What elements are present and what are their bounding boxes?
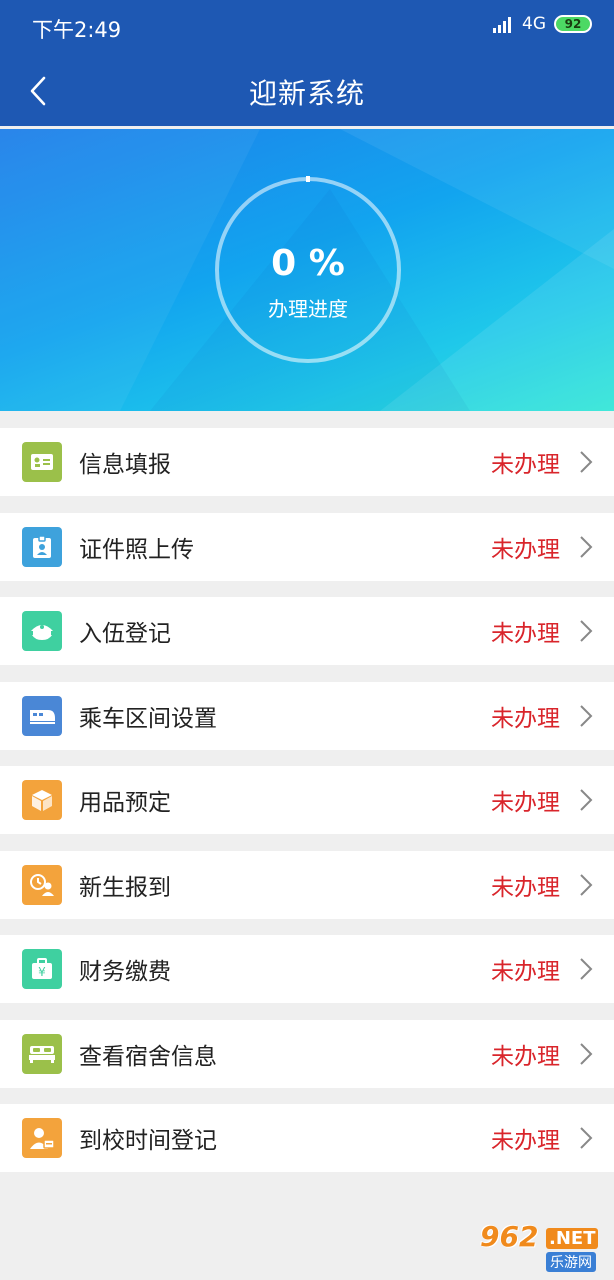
chevron-right-icon <box>580 958 593 980</box>
status-badge: 未办理 <box>491 959 560 985</box>
user-card-icon <box>22 1118 62 1158</box>
list-item-supplies-order[interactable]: 用品预定 未办理 <box>0 766 614 834</box>
page-title: 迎新系统 <box>248 77 365 110</box>
chevron-right-icon <box>580 1127 593 1149</box>
watermark-subtitle: 乐游网 <box>546 1252 596 1272</box>
status-badge: 未办理 <box>491 790 560 816</box>
chevron-right-icon <box>580 873 593 896</box>
list-item-train-route[interactable]: 乘车区间设置 未办理 <box>0 681 614 750</box>
list-item-info-report[interactable]: 信息填报 未办理 <box>0 428 614 496</box>
signal-icon <box>493 17 511 33</box>
badge-photo-icon <box>22 526 62 567</box>
chevron-right-icon <box>580 704 593 727</box>
status-bar: 下午2:49 4G 92 <box>0 0 614 56</box>
package-box-icon <box>22 780 62 820</box>
progress-caption: 办理进度 <box>268 297 348 321</box>
list-item-label: 财务缴费 <box>79 959 171 985</box>
list-item-label: 查看宿舍信息 <box>79 1043 217 1070</box>
status-badge: 未办理 <box>491 705 560 732</box>
watermark-brand: 962 <box>480 1220 539 1253</box>
progress-ring: 0 % 办理进度 <box>213 175 403 365</box>
list-item-label: 到校时间登记 <box>79 1128 217 1154</box>
train-icon <box>22 695 62 736</box>
list-item-tuition-payment[interactable]: ¥ 财务缴费 未办理 <box>0 935 614 1003</box>
task-list: 信息填报 未办理 证件照上传 未办理 入伍登记 未办理 乘车区间设置 未办理 用… <box>0 428 614 1189</box>
chevron-right-icon <box>580 789 593 811</box>
network-type: 4G <box>522 14 546 34</box>
chevron-right-icon <box>580 451 593 473</box>
list-item-label: 新生报到 <box>79 874 171 901</box>
list-item-label: 用品预定 <box>79 790 171 816</box>
list-item-label: 入伍登记 <box>79 621 171 647</box>
bed-icon <box>22 1033 62 1074</box>
wallet-yuan-icon: ¥ <box>22 949 62 989</box>
id-card-icon <box>22 442 62 482</box>
clock-user-icon <box>22 864 62 905</box>
watermark-suffix: .NET <box>546 1228 599 1249</box>
chevron-right-icon <box>580 535 593 558</box>
list-item-label: 证件照上传 <box>79 536 194 563</box>
list-item-dorm-info[interactable]: 查看宿舍信息 未办理 <box>0 1019 614 1088</box>
status-badge: 未办理 <box>491 452 560 478</box>
status-badge: 未办理 <box>491 536 560 563</box>
military-cap-icon <box>22 611 62 651</box>
progress-ring-marker <box>306 176 310 182</box>
list-item-freshman-checkin[interactable]: 新生报到 未办理 <box>0 850 614 919</box>
nav-bar: 迎新系统 <box>0 56 614 126</box>
watermark-logo: 962 .NET 乐游网 <box>476 1220 608 1272</box>
status-indicators: 4G 92 <box>492 14 592 34</box>
chevron-right-icon <box>580 620 593 642</box>
progress-percentage: 0 % <box>271 243 345 284</box>
list-item-arrival-time[interactable]: 到校时间登记 未办理 <box>0 1104 614 1172</box>
status-badge: 未办理 <box>491 1128 560 1154</box>
battery-icon: 92 <box>554 15 592 33</box>
status-time: 下午2:49 <box>32 18 122 42</box>
list-item-photo-upload[interactable]: 证件照上传 未办理 <box>0 512 614 581</box>
svg-text:¥: ¥ <box>38 965 46 979</box>
status-badge: 未办理 <box>491 1043 560 1070</box>
list-item-label: 乘车区间设置 <box>79 705 217 732</box>
progress-banner: 0 % 办理进度 <box>0 129 614 411</box>
status-badge: 未办理 <box>491 621 560 647</box>
list-item-enlistment[interactable]: 入伍登记 未办理 <box>0 597 614 665</box>
chevron-right-icon <box>580 1042 593 1065</box>
list-item-label: 信息填报 <box>79 452 171 478</box>
status-badge: 未办理 <box>491 874 560 901</box>
